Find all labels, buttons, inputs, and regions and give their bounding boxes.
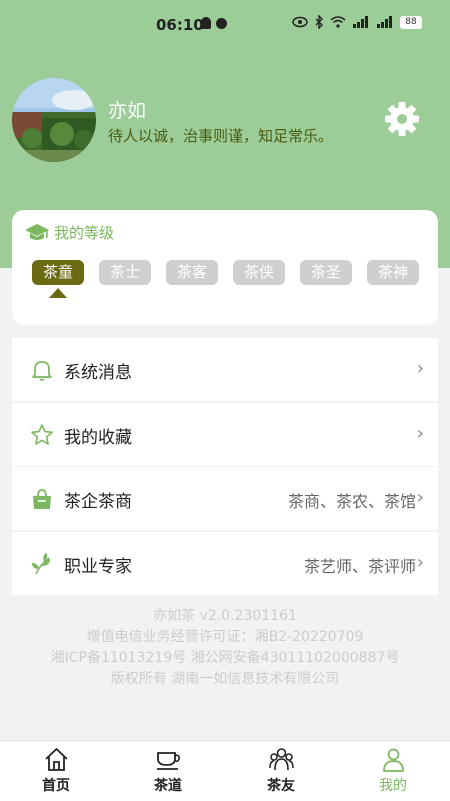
chevron-right-icon: › <box>416 358 424 379</box>
menu-item-label: 茶企茶商 <box>64 492 132 512</box>
bell-icon <box>32 361 52 381</box>
level-tag: 茶神 <box>367 260 419 285</box>
tab-home[interactable]: 首页 <box>21 741 91 801</box>
tab-label: 首页 <box>42 778 70 794</box>
menu-item-value: 茶商、茶农、茶馆 <box>287 492 416 511</box>
tab-label: 茶道 <box>154 778 182 794</box>
tab-mine[interactable]: 我的 <box>358 741 428 801</box>
chevron-right-icon: › <box>416 423 424 444</box>
battery-icon: 88 <box>400 15 422 29</box>
menu-item-merchants[interactable]: 茶企茶商 茶商、茶农、茶馆 › <box>12 467 438 530</box>
menu-item-label: 系统消息 <box>64 363 132 383</box>
tab-tea-art[interactable]: 茶道 <box>133 741 203 801</box>
level-pointer-icon <box>49 288 67 298</box>
level-tag: 茶士 <box>99 260 151 285</box>
menu-item-label: 职业专家 <box>64 557 132 577</box>
tab-label: 我的 <box>379 778 407 794</box>
group-icon <box>269 748 294 771</box>
level-card: 我的等级 茶童 茶士 茶客 茶侠 茶圣 茶神 <box>12 210 438 325</box>
bluetooth-icon <box>315 15 323 29</box>
icp-text: 湘ICP备11013219号 湘公网安备43011102000887号 <box>50 650 400 666</box>
menu-item-messages[interactable]: 系统消息 › <box>12 338 438 401</box>
graduation-cap-icon <box>25 223 49 240</box>
avatar-image <box>12 78 96 162</box>
status-time: 06:10 <box>156 16 204 34</box>
level-tag: 茶圣 <box>300 260 352 285</box>
gear-icon[interactable] <box>384 101 420 137</box>
user-motto: 待人以诚，治事则谨，知足常乐。 <box>108 127 334 145</box>
leaf-icon <box>32 553 50 575</box>
tab-tea-friends[interactable]: 茶友 <box>246 741 316 801</box>
menu-item-value: 茶艺师、茶评师 <box>303 557 416 576</box>
menu-item-experts[interactable]: 职业专家 茶艺师、茶评师 › <box>12 532 438 595</box>
chevron-right-icon: › <box>416 552 424 573</box>
level-title: 我的等级 <box>24 222 114 243</box>
level-title-text: 我的等级 <box>54 224 115 242</box>
eye-icon <box>292 16 308 28</box>
shopping-bag-icon <box>33 489 51 509</box>
status-bar: 06:10 88 <box>0 0 450 52</box>
footer-info: 亦如茶 v2.0.2301161 增值电信业务经营许可证：湘B2-2022070… <box>0 606 450 690</box>
status-icons: 88 <box>292 15 422 29</box>
level-tag: 茶侠 <box>233 260 285 285</box>
chevron-right-icon: › <box>416 487 424 508</box>
signal-icon <box>353 16 368 28</box>
notification-icon <box>201 17 211 29</box>
tab-label: 茶友 <box>267 778 295 794</box>
signal-icon-2 <box>377 16 392 28</box>
copyright-text: 版权所有 湖南一如信息技术有限公司 <box>110 671 340 687</box>
user-icon <box>383 748 404 772</box>
license-text: 增值电信业务经营许可证：湘B2-20220709 <box>86 629 364 645</box>
level-tag-current: 茶童 <box>32 260 84 285</box>
bottom-tab-bar: 首页 茶道 茶友 我的 <box>0 740 450 801</box>
user-name: 亦如 <box>108 100 147 122</box>
home-icon <box>45 748 68 771</box>
menu-item-label: 我的收藏 <box>64 428 132 448</box>
avatar[interactable] <box>12 78 96 162</box>
app-version: 亦如茶 v2.0.2301161 <box>153 608 297 624</box>
app-notification-icon <box>216 18 227 29</box>
star-icon <box>31 424 53 445</box>
teacup-icon <box>157 752 180 770</box>
menu-item-favorites[interactable]: 我的收藏 › <box>12 403 438 466</box>
level-tag: 茶客 <box>166 260 218 285</box>
wifi-icon <box>330 16 346 28</box>
